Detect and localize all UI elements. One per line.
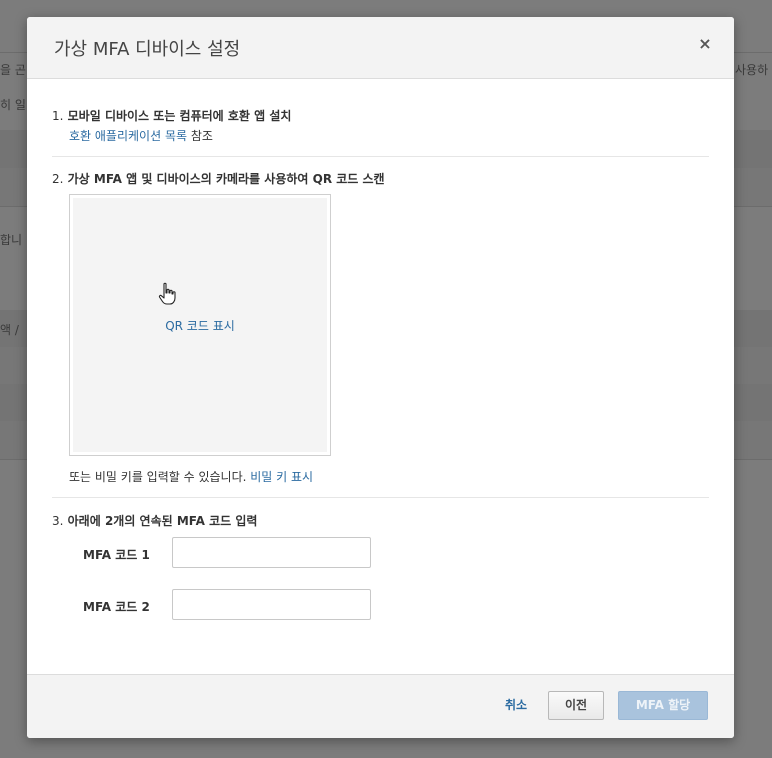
show-secret-key-link[interactable]: 비밀 키 표시 <box>250 470 313 484</box>
bg-text-fragment: 액 / <box>0 323 19 337</box>
step-text: 아래에 2개의 연속된 MFA 코드 입력 <box>67 514 258 528</box>
step-2: 2. 가상 MFA 앱 및 디바이스의 카메라를 사용하여 QR 코드 스캔 <box>52 170 385 187</box>
bg-text-fragment: 을 곤 <box>0 63 26 77</box>
step-text: 모바일 디바이스 또는 컴퓨터에 호환 앱 설치 <box>67 109 292 123</box>
qr-code-box[interactable]: QR 코드 표시 <box>69 194 331 456</box>
cancel-button[interactable]: 취소 <box>505 696 527 713</box>
assign-mfa-button[interactable]: MFA 할당 <box>618 691 708 720</box>
dialog-title: 가상 MFA 디바이스 설정 <box>54 39 241 60</box>
mfa-code-2-input[interactable] <box>172 589 371 620</box>
section-divider <box>52 497 709 498</box>
hand-pointer-icon <box>158 282 176 305</box>
close-icon[interactable]: × <box>698 36 712 52</box>
compatible-apps-line: 호환 애플리케이션 목록 참조 <box>69 127 213 144</box>
section-divider <box>52 156 709 157</box>
compatible-apps-suffix: 참조 <box>187 129 213 143</box>
previous-button[interactable]: 이전 <box>548 691 604 720</box>
step-3: 3. 아래에 2개의 연속된 MFA 코드 입력 <box>52 512 257 529</box>
secret-key-line: 또는 비밀 키를 입력할 수 있습니다. 비밀 키 표시 <box>69 468 313 485</box>
step-number: 1. <box>52 109 64 123</box>
bg-text-fragment: 합니 <box>0 233 23 247</box>
step-text: 가상 MFA 앱 및 디바이스의 카메라를 사용하여 QR 코드 스캔 <box>67 172 385 186</box>
step-1: 1. 모바일 디바이스 또는 컴퓨터에 호환 앱 설치 <box>52 107 291 124</box>
mfa-code-1-input[interactable] <box>172 537 371 568</box>
show-qr-code-link[interactable]: QR 코드 표시 <box>70 317 330 334</box>
mfa-code-1-label: MFA 코드 1 <box>83 548 150 562</box>
mfa-code-2-label: MFA 코드 2 <box>83 600 150 614</box>
compatible-apps-link[interactable]: 호환 애플리케이션 목록 <box>69 129 187 143</box>
bg-text-fragment: 사용하 <box>735 63 769 77</box>
mfa-setup-dialog: 가상 MFA 디바이스 설정 × 1. 모바일 디바이스 또는 컴퓨터에 호환 … <box>27 17 734 738</box>
secret-key-prefix: 또는 비밀 키를 입력할 수 있습니다. <box>69 470 251 484</box>
step-number: 2. <box>52 172 64 186</box>
dialog-header: 가상 MFA 디바이스 설정 × <box>27 17 734 79</box>
dialog-footer: 취소 이전 MFA 할당 <box>27 674 734 738</box>
step-number: 3. <box>52 514 64 528</box>
bg-text-fragment: 히 일 <box>0 98 26 112</box>
